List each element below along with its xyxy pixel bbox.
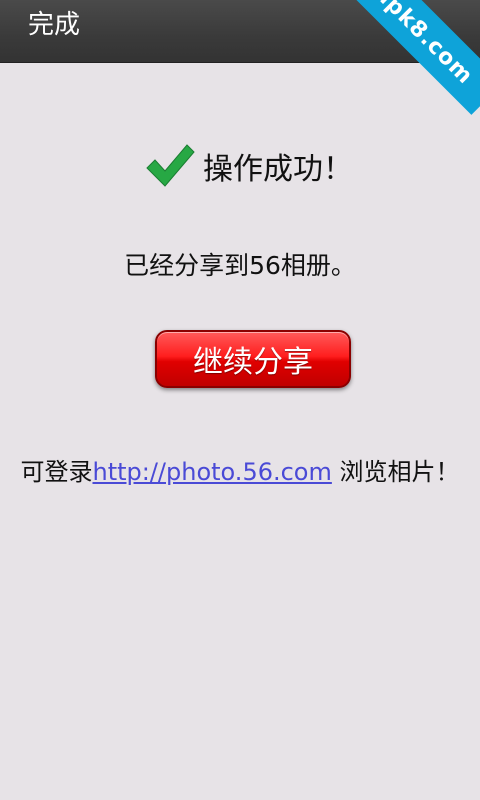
shared-status-text: 已经分享到56相册。 [124, 251, 356, 280]
browse-suffix: 浏览相片！ [331, 458, 460, 486]
checkmark-icon [146, 144, 195, 187]
browse-prefix: 可登录 [20, 458, 93, 486]
success-header: 操作成功！ [145, 142, 353, 190]
browse-hint: 可登录http://photo.56.com 浏览相片！ [0, 452, 480, 487]
page-title: 完成 [28, 10, 81, 40]
photo-site-link[interactable]: http://photo.56.com [92, 458, 331, 486]
continue-share-button[interactable]: 继续分享 [155, 330, 351, 388]
success-message: 操作成功！ [203, 152, 353, 187]
